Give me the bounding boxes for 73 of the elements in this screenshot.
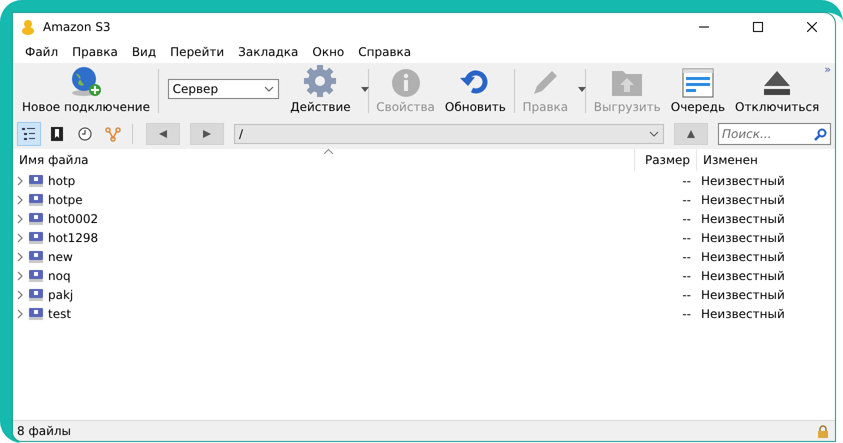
info-icon bbox=[390, 68, 421, 98]
caret-icon[interactable] bbox=[360, 87, 369, 92]
view-toggle[interactable] bbox=[17, 122, 41, 146]
queue-window-icon bbox=[682, 68, 714, 98]
drive-icon bbox=[28, 212, 44, 226]
new-connection-button[interactable]: Новое подключение bbox=[17, 63, 155, 119]
search-icon bbox=[814, 128, 827, 140]
queue-button[interactable]: Очередь bbox=[666, 63, 730, 119]
file-size: -- bbox=[681, 268, 692, 282]
action-button[interactable]: Действие bbox=[285, 63, 365, 119]
drive-icon bbox=[28, 174, 44, 188]
modified-date: Неизвестный bbox=[700, 230, 786, 244]
file-name: hot0002 bbox=[48, 212, 98, 226]
file-size: -- bbox=[681, 288, 692, 302]
menu-item[interactable]: Закладка bbox=[231, 45, 306, 59]
drive-icon bbox=[28, 192, 44, 206]
toolbar-overflow[interactable]: » bbox=[824, 63, 832, 76]
back-button[interactable] bbox=[146, 123, 180, 145]
refresh-button[interactable]: Обновить bbox=[440, 63, 511, 119]
maximize-icon bbox=[753, 22, 763, 32]
modified-date: Неизвестный bbox=[700, 192, 786, 206]
forward-button[interactable] bbox=[190, 123, 224, 145]
modified-date: Неизвестный bbox=[700, 268, 786, 282]
list-view-icon bbox=[22, 128, 36, 140]
file-size: -- bbox=[681, 212, 692, 226]
modified-date: Неизвестный bbox=[700, 288, 786, 302]
status-text: 8 файлы bbox=[17, 424, 72, 438]
modified-date: Неизвестный bbox=[700, 250, 786, 264]
file-name: new bbox=[48, 250, 73, 264]
chevron-down-icon[interactable] bbox=[649, 131, 659, 137]
close-icon bbox=[807, 22, 817, 32]
file-name: hotp bbox=[48, 174, 76, 188]
path-dropdown[interactable]: / bbox=[234, 124, 664, 144]
drive-icon bbox=[28, 250, 44, 264]
disconnect-button[interactable]: Отключиться bbox=[730, 63, 824, 119]
server-dropdown[interactable]: Сервер bbox=[168, 79, 280, 99]
network-icon bbox=[105, 126, 121, 142]
column-header[interactable]: Размер bbox=[635, 149, 697, 171]
triangle-up-icon bbox=[687, 130, 695, 138]
clock-icon bbox=[78, 127, 92, 141]
drive-icon bbox=[28, 230, 44, 244]
column-header[interactable]: Имя файла bbox=[13, 149, 635, 171]
file-name: hotpe bbox=[48, 192, 83, 206]
file-size: -- bbox=[681, 230, 692, 244]
file-size: -- bbox=[681, 306, 692, 320]
parent-folder-button[interactable] bbox=[674, 123, 708, 145]
file-size: -- bbox=[681, 250, 692, 264]
menu-item[interactable]: Окно bbox=[305, 45, 352, 59]
drive-icon bbox=[28, 268, 44, 282]
drive-icon bbox=[28, 306, 44, 320]
file-name: test bbox=[48, 306, 72, 320]
menu-item[interactable]: Файл bbox=[18, 45, 66, 59]
modified-date: Неизвестный bbox=[700, 174, 786, 188]
bookmark-icon bbox=[51, 127, 63, 141]
search-field[interactable]: Поиск... bbox=[718, 123, 831, 145]
file-name: noq bbox=[48, 268, 71, 282]
window-title: Amazon S3 bbox=[43, 20, 112, 34]
menu-item[interactable]: Вид bbox=[124, 45, 164, 59]
file-size: -- bbox=[681, 192, 692, 206]
menu-item[interactable]: Справка bbox=[351, 45, 418, 59]
modified-date: Неизвестный bbox=[700, 306, 786, 320]
file-name: hot1298 bbox=[48, 230, 98, 244]
triangle-left-icon bbox=[159, 130, 167, 138]
triangle-right-icon bbox=[203, 130, 211, 138]
globe-add-icon bbox=[70, 66, 102, 98]
modified-date: Неизвестный bbox=[700, 212, 786, 226]
drive-icon bbox=[28, 288, 44, 302]
chevron-down-icon[interactable] bbox=[264, 86, 274, 92]
menu-item[interactable]: Правка bbox=[65, 45, 125, 59]
file-name: pakj bbox=[48, 288, 74, 302]
file-size: -- bbox=[681, 174, 692, 188]
menu-item[interactable]: Перейти bbox=[163, 45, 232, 59]
column-header[interactable]: Изменен bbox=[697, 149, 835, 171]
